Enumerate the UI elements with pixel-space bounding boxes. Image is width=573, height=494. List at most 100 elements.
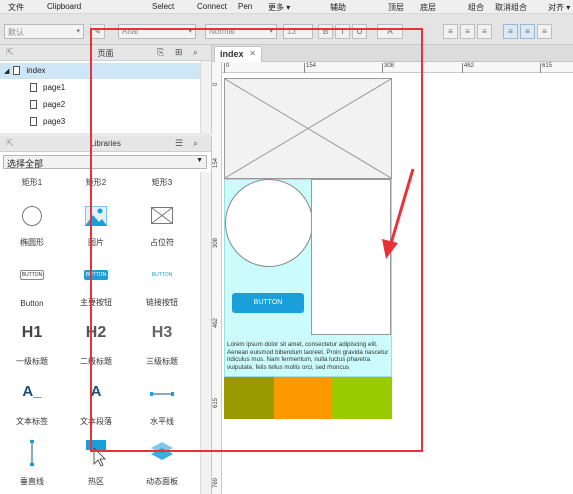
widget-label: 二级标题 (80, 357, 112, 366)
widget-label: 一级标题 (16, 357, 48, 366)
menu-align[interactable]: 对齐 ▾ (548, 2, 570, 13)
font-weight-value: Normal (209, 27, 235, 36)
underline-button[interactable]: U (352, 24, 367, 39)
menu-clipboard[interactable]: Clipboard (47, 2, 81, 11)
ruler-h-tick: 0 (223, 63, 230, 73)
ruler-v-tick: 308 (213, 237, 219, 248)
menu-bottom-layer[interactable]: 底层 (420, 2, 436, 13)
placeholder-icon (151, 207, 173, 224)
chevron-down-icon: ▾ (76, 28, 80, 35)
widget-text-label[interactable]: A_ 文本标签 (2, 372, 62, 427)
add-page-icon[interactable]: ⎘ (157, 47, 164, 58)
canvas-placeholder[interactable] (224, 78, 392, 179)
widget-button[interactable]: BUTTON Button (2, 253, 62, 308)
widget-label: 占位符 (150, 238, 174, 247)
align-left-icon[interactable]: ≡ (443, 24, 458, 39)
ruler-v-tick: 615 (213, 397, 219, 408)
add-folder-icon[interactable]: ⊞ (175, 47, 183, 58)
vertical-ruler: 0 154 308 462 615 769 (212, 62, 222, 494)
widget-vertical-line[interactable]: 垂直线 (2, 432, 62, 487)
ruler-h-tick: 615 (539, 63, 553, 73)
widget-primary-button[interactable]: BUTTON 主要按钮 (66, 253, 126, 308)
page-tree-item-index[interactable]: ◢ index (0, 63, 200, 79)
image-icon (85, 206, 107, 226)
widget-rectangle-1[interactable]: 矩形1 (2, 136, 62, 188)
canvas-green-block[interactable] (332, 377, 392, 419)
canvas-primary-button[interactable]: BUTTON (232, 293, 304, 313)
valign-middle-icon[interactable]: ≡ (520, 24, 535, 39)
h1-icon: H1 (21, 324, 43, 341)
font-select[interactable]: Arial ▾ (118, 24, 196, 39)
text-color-button[interactable]: A (377, 24, 403, 39)
libraries-scrollbar[interactable] (200, 172, 211, 494)
pages-scrollbar[interactable] (200, 61, 211, 133)
ruler-h-tick: 462 (461, 63, 475, 73)
widget-label: 文本标签 (16, 417, 48, 426)
widget-label: 矩形3 (151, 178, 173, 187)
italic-button[interactable]: I (335, 24, 350, 39)
menu-group[interactable]: 组合 (468, 2, 484, 13)
menu-select[interactable]: Select (152, 2, 174, 11)
widget-rectangle-3[interactable]: 矩形3 (132, 136, 192, 188)
align-center-icon[interactable]: ≡ (460, 24, 475, 39)
widget-text-paragraph[interactable]: A 文本段落 (66, 372, 126, 427)
widget-hotspot[interactable]: 热区 (66, 432, 126, 487)
menu-more[interactable]: 更多 ▾ (268, 2, 290, 13)
widget-label: 垂直线 (20, 477, 44, 486)
search-icon[interactable]: ⌕ (193, 138, 198, 149)
page-tree-item-page3[interactable]: page3 (0, 114, 200, 130)
style-select[interactable]: 默认 ▾ (4, 24, 84, 39)
widget-dynamic-panel[interactable]: 动态面板 (132, 432, 192, 487)
page-tree-item-page2[interactable]: page2 (0, 97, 200, 113)
close-icon[interactable]: ✕ (249, 49, 256, 58)
button-icon: BUTTON (20, 270, 44, 280)
widget-h2[interactable]: H2 二级标题 (66, 312, 126, 367)
h3-icon: H3 (151, 324, 173, 341)
widget-horizontal-line[interactable]: 水平线 (132, 372, 192, 427)
design-canvas[interactable]: BUTTON Lorem ipsum dolor sit amet, conse… (222, 73, 573, 494)
widget-placeholder[interactable]: 占位符 (132, 193, 192, 248)
widget-h3[interactable]: H3 三级标题 (132, 312, 192, 367)
canvas-white-rectangle[interactable] (311, 179, 391, 335)
valign-top-icon[interactable]: ≡ (503, 24, 518, 39)
ellipse-icon (22, 206, 42, 226)
widget-rectangle-2[interactable]: 矩形2 (66, 136, 126, 188)
ruler-v-tick: 154 (213, 157, 219, 168)
widget-link-button[interactable]: BUTTON 链接按钮 (132, 253, 192, 308)
font-size-select[interactable]: 13 (283, 24, 313, 39)
ruler-h-tick: 154 (303, 63, 317, 73)
widget-label: 热区 (88, 477, 104, 486)
menu-pen[interactable]: Pen (238, 2, 252, 11)
expand-triangle-icon[interactable]: ◢ (4, 68, 9, 75)
menu-file[interactable]: 文件 (8, 2, 24, 13)
widget-h1[interactable]: H1 一级标题 (2, 312, 62, 367)
page-icon (30, 117, 37, 127)
page-tree-item-page1[interactable]: page1 (0, 80, 200, 96)
widget-ellipse[interactable]: 椭圆形 (2, 193, 62, 248)
canvas-olive-block[interactable] (224, 377, 274, 419)
tab-index[interactable]: index ✕ (214, 46, 262, 62)
menu-connect[interactable]: Connect (197, 2, 227, 11)
menu-ungroup[interactable]: 取消组合 (495, 2, 527, 13)
canvas-orange-block[interactable] (274, 377, 332, 419)
menu-top-layer[interactable]: 顶层 (388, 2, 404, 13)
menu-assist[interactable]: 辅助 (330, 2, 346, 13)
link-button-icon: BUTTON (151, 272, 173, 278)
canvas-ellipse[interactable] (225, 179, 313, 267)
search-icon[interactable]: ⌕ (193, 47, 198, 58)
ruler-v-tick: 462 (213, 317, 219, 328)
widget-image[interactable]: 图片 (66, 193, 126, 248)
format-painter-icon[interactable]: ✎ (90, 24, 105, 39)
align-right-icon[interactable]: ≡ (477, 24, 492, 39)
annotation-red-arrow (382, 168, 415, 259)
valign-bottom-icon[interactable]: ≡ (537, 24, 552, 39)
ruler-h-tick: 308 (381, 63, 395, 73)
bold-button[interactable]: B (318, 24, 333, 39)
pages-panel-header: ⇱ 页面 ⎘ ⊞ ⌕ (0, 45, 211, 61)
font-size-value: 13 (287, 27, 296, 36)
pages-panel: ⇱ 页面 ⎘ ⊞ ⌕ ◢ index page1 page2 page3 (0, 45, 212, 133)
widget-label: 图片 (88, 238, 104, 247)
font-weight-select[interactable]: Normal ▾ (205, 24, 277, 39)
font-select-value: Arial (122, 27, 139, 36)
canvas-lorem-paragraph[interactable]: Lorem ipsum dolor sit amet, consectetur … (227, 341, 391, 371)
